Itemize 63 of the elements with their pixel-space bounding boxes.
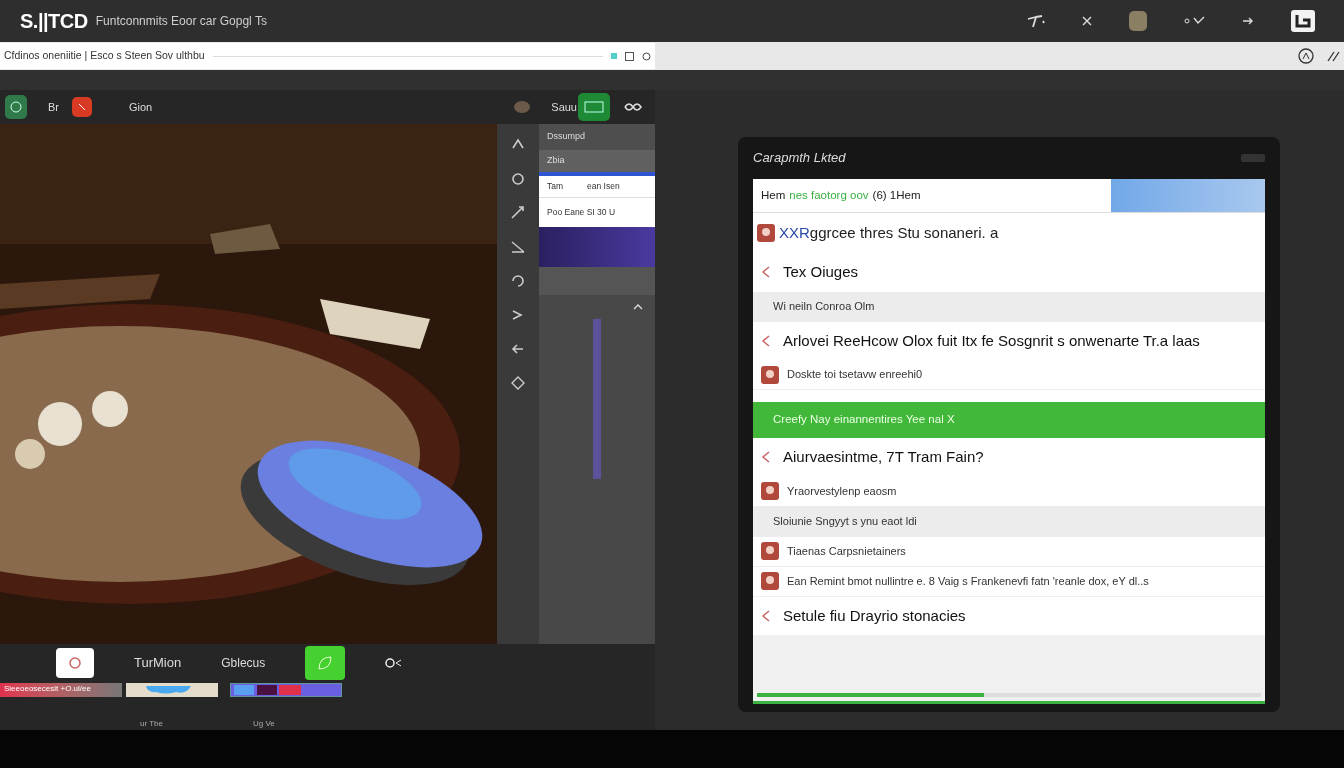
- app-logo: S.||TCD: [20, 9, 88, 34]
- header-text: (6) 1Hem: [872, 187, 921, 203]
- section-text: Sloiunie Sngyyt s ynu eaot ldi: [772, 514, 917, 530]
- thumbnail-icon: [761, 365, 779, 384]
- thumbnail-icon: [761, 542, 779, 560]
- dialog-title: Carapmth Lkted: [753, 149, 846, 168]
- chevron-icon: [761, 451, 771, 464]
- thumbnail-icon: [761, 572, 779, 590]
- item-text[interactable]: Yraorvestylenp eaosm: [787, 482, 1257, 500]
- address-text: Cfdinos oneniitie | Esco s Steen Sov ulthbu: [4, 48, 205, 64]
- loop-icon[interactable]: [623, 100, 643, 114]
- item-title: Tex Oiuges: [783, 262, 859, 282]
- item-title: Aiurvaesintme, 7T Tram Fain?: [783, 447, 984, 467]
- leaf-icon: [316, 654, 335, 672]
- item-title: XXRggrcee thres Stu sonaneri. a: [779, 222, 999, 243]
- header-text: Hem: [761, 187, 786, 203]
- arrow-right-icon[interactable]: [1242, 17, 1254, 25]
- item-title: Arlovei ReeHcow Olox fuit Itx fe Sosgnrit s onwenarte Tr.a laas: [783, 330, 1200, 351]
- chevron-icon: [761, 266, 771, 279]
- chevron-icon: [761, 334, 771, 347]
- search-button[interactable]: [56, 648, 94, 678]
- chevron-icon: [761, 609, 771, 622]
- leaf-button[interactable]: [305, 646, 346, 680]
- pen-icon[interactable]: [1026, 13, 1046, 29]
- diamond-icon[interactable]: [509, 374, 527, 392]
- record-icon[interactable]: [71, 96, 93, 118]
- chevron-down-icon[interactable]: [1184, 16, 1206, 26]
- highlight-text: Creefy Nay einannentires Yee nal X: [773, 412, 955, 428]
- status-icon: [611, 53, 617, 59]
- item-text[interactable]: Ean Remint bmot nullintre e. 8 Vaig s Frankenevfi fatn 'reanle dox, eY dl..s: [787, 572, 1257, 590]
- toolbar-label: Br: [48, 99, 59, 115]
- toolbar-label: Sauu: [551, 99, 577, 115]
- caption-text: ur Tbe: [140, 718, 163, 730]
- player-label: TurMion: [134, 654, 182, 673]
- item-text[interactable]: Doskte toi tsetavw enreehi0: [787, 366, 1257, 383]
- square-icon[interactable]: [625, 51, 634, 61]
- thumbnail-icon: [757, 224, 775, 242]
- item-title: Setule fiu Drayrio stonacies: [783, 605, 966, 626]
- caption-text: Ug Ve: [253, 718, 275, 730]
- window-title: Funtconnmits Eoor car Gopgl Ts: [95, 13, 267, 30]
- panel-item[interactable]: Dssumpd: [539, 124, 655, 150]
- rewind-icon[interactable]: [385, 658, 404, 668]
- avatar-icon[interactable]: [1128, 10, 1148, 32]
- item-text[interactable]: Tiaenas Carpsnietainers: [787, 542, 1257, 560]
- header-text: nes faotorg oov: [789, 187, 869, 203]
- circle-icon[interactable]: [509, 170, 527, 188]
- section-text: Wi neiln Conroa Olm: [772, 299, 875, 315]
- toolbar-label: Gion: [129, 99, 153, 115]
- address-field[interactable]: Cfdinos oneniitie | Esco s Steen Sov ulthbu: [0, 43, 655, 69]
- badge-icon[interactable]: [4, 94, 28, 120]
- close-icon[interactable]: [1082, 16, 1092, 26]
- progress-caption: Sieeoeosecesit +O.ul/ee: [0, 683, 122, 697]
- menu-item[interactable]: Poo Eane SI 30 U: [539, 197, 655, 227]
- compass-icon[interactable]: [1298, 48, 1314, 64]
- chevron-up-icon[interactable]: [633, 303, 643, 310]
- menu-text: Tam: [547, 180, 564, 193]
- player-label: Gblecus: [221, 655, 266, 672]
- rotate-icon[interactable]: [509, 272, 527, 290]
- panel-item[interactable]: Zbia: [539, 150, 655, 176]
- app-icon[interactable]: [1290, 9, 1316, 33]
- menu-text: ean Isen: [587, 180, 620, 193]
- screen-icon[interactable]: [577, 92, 611, 122]
- thumbnail-icon: [761, 482, 779, 500]
